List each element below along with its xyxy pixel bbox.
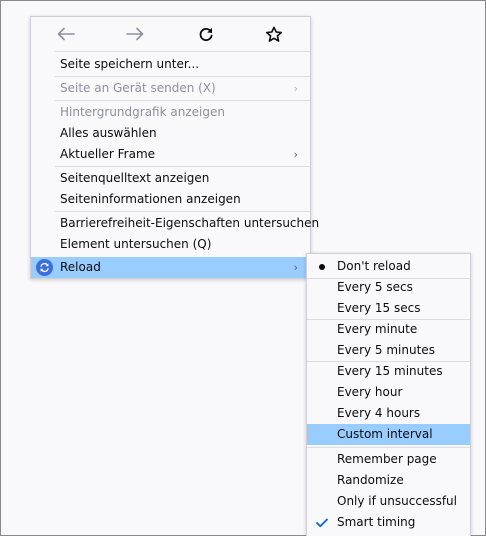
menu-item-label: Aktueller Frame <box>60 147 156 161</box>
submenu-item-label: Every 4 hours <box>337 406 421 420</box>
menu-item-label: Seitenquelltext anzeigen <box>60 171 210 185</box>
menu-item-send-to-device[interactable]: Seite an Gerät senden (X) › <box>31 78 310 99</box>
submenu-item-label: Every 15 minutes <box>337 364 443 378</box>
submenu-item-dont-reload[interactable]: Don't reload <box>307 256 470 277</box>
chevron-right-icon: › <box>293 261 298 274</box>
menu-item-view-source[interactable]: Seitenquelltext anzeigen <box>31 168 310 189</box>
submenu-item-label: Every hour <box>337 385 403 399</box>
arrow-right-icon <box>126 27 144 41</box>
back-button[interactable] <box>53 23 79 45</box>
menu-item-label: Reload <box>60 260 101 274</box>
submenu-item-label: Don't reload <box>337 259 411 273</box>
separator <box>55 76 310 77</box>
menu-item-save-page[interactable]: Seite speichern unter... <box>31 54 310 75</box>
submenu-item-custom-interval[interactable]: Custom interval <box>307 424 470 445</box>
extension-reload-icon <box>36 259 53 276</box>
submenu-item-every-5-minutes[interactable]: Every 5 minutes <box>307 340 470 361</box>
navigation-row <box>31 17 310 51</box>
reload-submenu: Don't reload Every 5 secs Every 15 secs … <box>306 253 471 536</box>
context-menu: Seite speichern unter... Seite an Gerät … <box>30 16 319 279</box>
reload-icon <box>198 26 214 42</box>
bookmark-button[interactable] <box>261 23 287 45</box>
submenu-item-label: Every minute <box>337 322 418 336</box>
reload-button[interactable] <box>193 23 219 45</box>
submenu-item-label: Every 5 minutes <box>337 343 435 357</box>
menu-item-label: Seite speichern unter... <box>60 57 200 71</box>
submenu-item-label: Remember page <box>337 452 437 466</box>
forward-button[interactable] <box>122 23 148 45</box>
menu-item-label: Barrierefreiheit-Eigenschaften untersuch… <box>60 216 320 230</box>
menu-item-reload[interactable]: Reload › <box>31 257 310 278</box>
submenu-item-label: Smart timing <box>337 515 416 529</box>
submenu-item-label: Every 15 secs <box>337 301 421 315</box>
menu-item-label: Element untersuchen (Q) <box>60 237 212 251</box>
menu-item-label: Hintergrundgrafik anzeigen <box>60 105 225 119</box>
submenu-item-label: Every 5 secs <box>337 280 413 294</box>
star-icon <box>265 26 283 43</box>
menu-item-page-info[interactable]: Seiteninformationen anzeigen <box>31 189 310 210</box>
submenu-item-every-hour[interactable]: Every hour <box>307 382 470 403</box>
submenu-item-randomize[interactable]: Randomize <box>307 470 470 491</box>
submenu-item-every-15-secs[interactable]: Every 15 secs <box>307 298 470 319</box>
menu-item-label: Alles auswählen <box>60 126 157 140</box>
submenu-item-label: Custom interval <box>337 427 433 441</box>
chevron-right-icon: › <box>293 148 298 161</box>
menu-item-label: Seiteninformationen anzeigen <box>60 192 241 206</box>
submenu-item-every-4-hours[interactable]: Every 4 hours <box>307 403 470 424</box>
menu-item-inspect-accessibility[interactable]: Barrierefreiheit-Eigenschaften untersuch… <box>31 213 319 234</box>
submenu-item-every-15-minutes[interactable]: Every 15 minutes <box>307 361 470 382</box>
menu-item-background-image[interactable]: Hintergrundgrafik anzeigen <box>31 102 310 123</box>
separator <box>55 166 310 167</box>
submenu-item-every-minute[interactable]: Every minute <box>307 319 470 340</box>
menu-item-select-all[interactable]: Alles auswählen <box>31 123 310 144</box>
checkmark-icon <box>315 512 329 533</box>
menu-item-inspect-element[interactable]: Element untersuchen (Q) <box>31 234 310 255</box>
submenu-item-remember-page[interactable]: Remember page <box>307 449 470 470</box>
radio-selected-icon <box>315 256 329 277</box>
menu-item-current-frame[interactable]: Aktueller Frame › <box>31 144 310 165</box>
submenu-item-smart-timing[interactable]: Smart timing <box>307 512 470 533</box>
separator <box>55 211 310 212</box>
separator <box>55 51 310 52</box>
separator <box>55 100 310 101</box>
submenu-item-every-5-secs[interactable]: Every 5 secs <box>307 277 470 298</box>
submenu-item-label: Randomize <box>337 473 404 487</box>
chevron-right-icon: › <box>293 82 298 95</box>
menu-item-label: Seite an Gerät senden (X) <box>60 81 216 95</box>
separator <box>307 447 470 448</box>
submenu-item-only-if-unsuccessful[interactable]: Only if unsuccessful <box>307 491 470 512</box>
submenu-item-label: Only if unsuccessful <box>337 494 457 508</box>
arrow-left-icon <box>57 27 75 41</box>
